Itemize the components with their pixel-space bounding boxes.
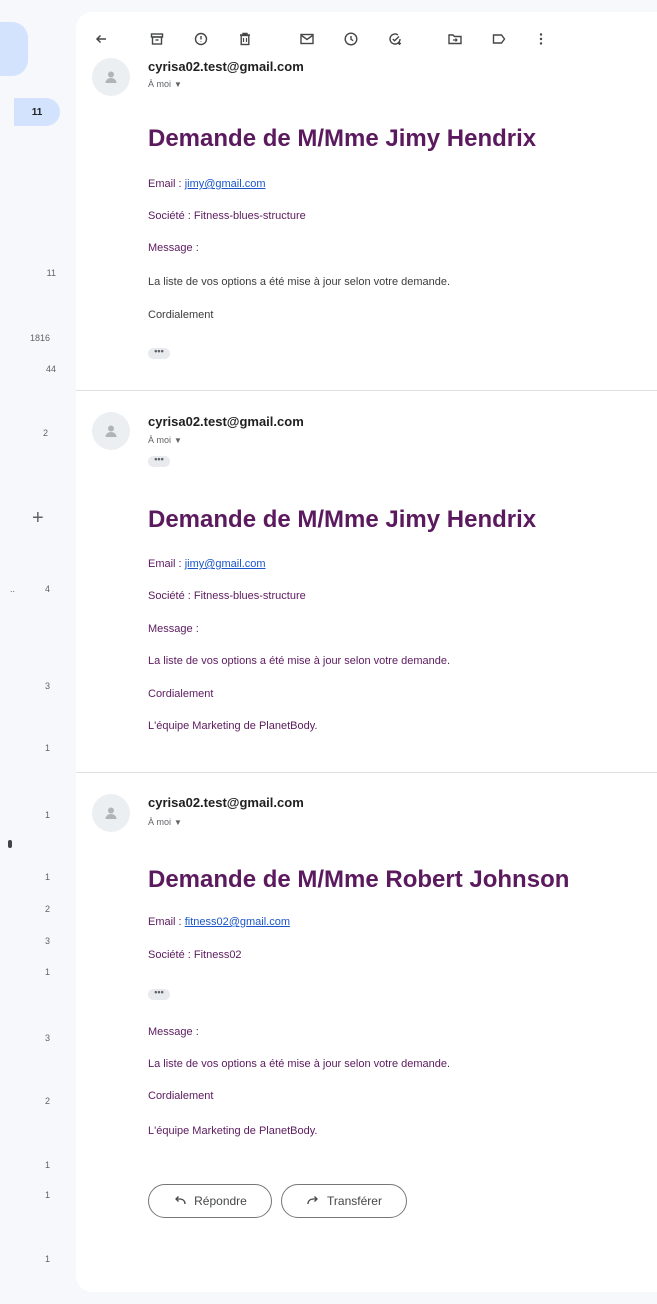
avatar[interactable] xyxy=(92,412,130,450)
sidebar-count[interactable]: 1 xyxy=(0,810,50,820)
recipient-details[interactable]: À moi ▼ xyxy=(148,817,182,827)
mark-unread-icon[interactable] xyxy=(298,30,316,48)
sidebar-count[interactable]: 3 xyxy=(0,936,50,946)
email-line: Email : jimy@gmail.com xyxy=(148,558,266,570)
snooze-icon[interactable] xyxy=(342,30,360,48)
sidebar-item-inbox[interactable]: 11 xyxy=(14,98,60,126)
sidebar-count[interactable]: 2 xyxy=(0,904,50,914)
delete-icon[interactable] xyxy=(236,30,254,48)
message-body: La liste de vos options a été mise à jou… xyxy=(148,1058,451,1070)
email-label: Email : xyxy=(148,178,185,190)
create-label-icon[interactable]: + xyxy=(32,508,44,528)
message-body: La liste de vos options a été mise à jou… xyxy=(148,655,451,667)
sidebar-count[interactable]: 1 xyxy=(0,1254,50,1264)
email-subject: Demande de M/Mme Robert Johnson xyxy=(148,866,570,893)
label-icon[interactable] xyxy=(490,30,508,48)
recipient-label: À moi xyxy=(148,79,172,89)
forward-icon xyxy=(306,1193,320,1210)
sidebar-count[interactable]: 1 xyxy=(0,967,50,977)
caret-down-icon: ▼ xyxy=(174,80,182,89)
sidebar: 11 11 1816 44 2 + .. 4 3 1 1 1 2 3 1 3 2… xyxy=(0,0,72,1304)
compose-button[interactable] xyxy=(0,22,28,76)
more-vert-icon[interactable] xyxy=(532,30,550,48)
email-link[interactable]: jimy@gmail.com xyxy=(185,178,266,190)
closing-text: Cordialement xyxy=(148,688,214,700)
reply-button[interactable]: Répondre xyxy=(148,1184,272,1218)
email-line: Email : jimy@gmail.com xyxy=(148,178,266,190)
email-line: Email : fitness02@gmail.com xyxy=(148,916,290,928)
email-subject: Demande de M/Mme Jimy Hendrix xyxy=(148,506,537,533)
recipient-details[interactable]: À moi ▼ xyxy=(148,435,182,445)
email-link[interactable]: jimy@gmail.com xyxy=(185,558,266,570)
avatar[interactable] xyxy=(92,58,130,96)
sidebar-count[interactable]: 2 xyxy=(0,428,48,438)
email-label: Email : xyxy=(148,916,185,928)
message-body: La liste de vos options a été mise à jou… xyxy=(148,276,451,288)
email-link[interactable]: fitness02@gmail.com xyxy=(185,916,290,928)
show-trimmed-button[interactable]: ••• xyxy=(148,988,170,1000)
caret-down-icon: ▼ xyxy=(174,436,182,445)
email-subject: Demande de M/Mme Jimy Hendrix xyxy=(148,125,537,152)
forward-label: Transférer xyxy=(327,1194,382,1208)
closing-text: Cordialement xyxy=(148,309,214,321)
signature-text: L'équipe Marketing de PlanetBody. xyxy=(148,1125,318,1137)
archive-icon[interactable] xyxy=(148,30,166,48)
company-line: Société : Fitness-blues-structure xyxy=(148,590,306,602)
sidebar-count[interactable]: 1 xyxy=(0,1190,50,1200)
report-spam-icon[interactable] xyxy=(192,30,210,48)
add-task-icon[interactable] xyxy=(386,30,404,48)
message-label: Message : xyxy=(148,242,199,254)
recipient-details[interactable]: À moi ▼ xyxy=(148,79,182,89)
recipient-label: À moi xyxy=(148,817,172,827)
sender-email[interactable]: cyrisa02.test@gmail.com xyxy=(148,414,304,429)
move-to-icon[interactable] xyxy=(446,30,464,48)
message-view: cyrisa02.test@gmail.com À moi ▼ Demande d… xyxy=(76,12,657,1292)
closing-text: Cordialement xyxy=(148,1090,214,1102)
sidebar-count[interactable]: 1816 xyxy=(0,333,50,343)
signature-text: L'équipe Marketing de PlanetBody. xyxy=(148,720,318,732)
message-divider xyxy=(76,772,657,773)
company-line: Société : Fitness02 xyxy=(148,949,242,961)
message-toolbar xyxy=(76,12,657,62)
caret-down-icon: ▼ xyxy=(174,818,182,827)
sidebar-count[interactable]: 1 xyxy=(0,743,50,753)
recipient-label: À moi xyxy=(148,435,172,445)
sidebar-count[interactable]: 11 xyxy=(0,268,56,278)
back-arrow-icon[interactable] xyxy=(92,30,110,48)
forward-button[interactable]: Transférer xyxy=(281,1184,407,1218)
company-line: Société : Fitness-blues-structure xyxy=(148,210,306,222)
message-label: Message : xyxy=(148,1026,199,1038)
sidebar-indicator xyxy=(8,840,12,848)
inbox-count: 11 xyxy=(31,106,43,118)
avatar[interactable] xyxy=(92,794,130,832)
sidebar-count[interactable]: 4 xyxy=(0,584,50,594)
sidebar-count[interactable]: 44 xyxy=(0,364,56,374)
message-divider xyxy=(76,390,657,391)
sidebar-count[interactable]: 1 xyxy=(0,872,50,882)
sidebar-count[interactable]: 3 xyxy=(0,681,50,691)
reply-label: Répondre xyxy=(194,1194,247,1208)
show-trimmed-button[interactable]: ••• xyxy=(148,347,170,359)
sidebar-count[interactable]: 2 xyxy=(0,1096,50,1106)
reply-icon xyxy=(173,1193,187,1210)
sender-email[interactable]: cyrisa02.test@gmail.com xyxy=(148,59,304,74)
message-label: Message : xyxy=(148,623,199,635)
show-trimmed-button[interactable]: ••• xyxy=(148,455,170,467)
sender-email[interactable]: cyrisa02.test@gmail.com xyxy=(148,795,304,810)
email-label: Email : xyxy=(148,558,185,570)
sidebar-count[interactable]: 1 xyxy=(0,1160,50,1170)
sidebar-count[interactable]: 3 xyxy=(0,1033,50,1043)
